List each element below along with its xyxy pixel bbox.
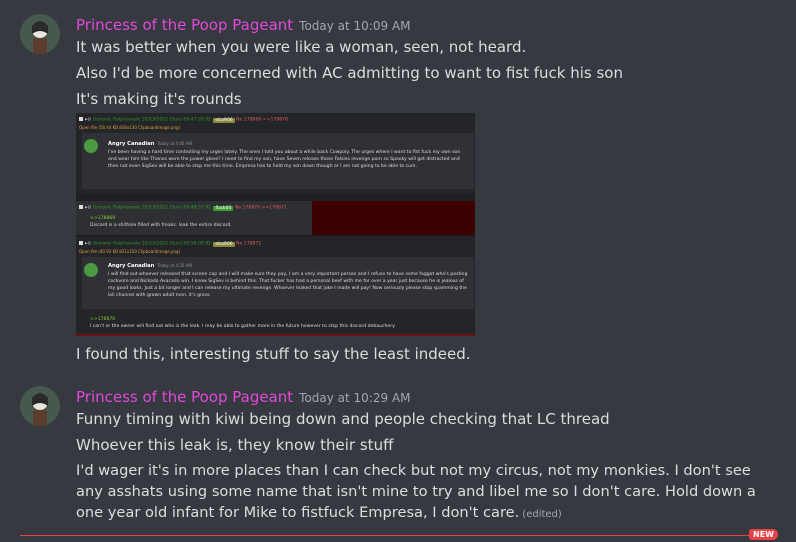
- post-number: No.178870: [234, 205, 261, 211]
- post-replies: >>178871: [261, 205, 287, 211]
- checkbox-icon: [79, 241, 83, 245]
- message-header: Princess of the Poop Pageant Today at 10:…: [76, 15, 411, 34]
- quoted-username: Angry Canadian Today at 4:46 AM: [108, 141, 192, 147]
- file-link: Open file (40.93 KB 831x150 Clipboardima…: [79, 249, 181, 254]
- quoted-message-card: Angry Canadian Today at 4:46 AM I've been…: [82, 133, 474, 189]
- post-id-badge: fbab00: [213, 205, 234, 211]
- frog-avatar-icon: [84, 139, 98, 153]
- username[interactable]: Princess of the Poop Pageant: [76, 16, 293, 34]
- post-replies: >>178876: [262, 117, 289, 123]
- message-line: I'd wager it's in more places than I can…: [76, 462, 756, 521]
- message-line: Whoever this leak is, they know their st…: [76, 436, 394, 454]
- quoted-message-card: Angry Canadian Today at 4:35 AM I will fi…: [82, 257, 474, 309]
- reply-link: >>178870: [90, 317, 116, 322]
- message-line: It's making it's rounds: [76, 90, 242, 108]
- post-text: Discord is a shithole filled with freaks…: [90, 223, 232, 228]
- user-avatar[interactable]: [20, 14, 60, 54]
- embedded-image[interactable]: ▸⊘ Unironic Ralphamale 10/23/2022 (Sun) …: [76, 113, 475, 336]
- message-line: It was better when you were like a woman…: [76, 38, 527, 56]
- timestamp: Today at 10:29 AM: [299, 391, 411, 405]
- message-header: Princess of the Poop Pageant Today at 10:…: [76, 387, 411, 406]
- file-link: Open file (58.44 KB 836x130 Clipboardima…: [79, 125, 181, 130]
- post-id-badge: eba906: [213, 241, 235, 247]
- checkbox-icon: [79, 117, 83, 121]
- new-messages-badge: NEW: [749, 529, 778, 540]
- timestamp: Today at 10:09 AM: [299, 19, 411, 33]
- board-post-3: ▸⊘ Unironic Ralphamale 10/23/2022 (Sun) …: [76, 237, 475, 336]
- frog-avatar-icon: [84, 263, 98, 277]
- board-post-1: ▸⊘ Unironic Ralphamale 10/23/2022 (Sun) …: [76, 113, 475, 193]
- board-post-2: ▸⊘ Unironic Ralphamale 10/23/2022 (Sun) …: [76, 201, 475, 235]
- message-line: I found this, interesting stuff to say t…: [76, 345, 471, 363]
- post-number: No.178869: [236, 117, 262, 123]
- quoted-text: I will find out whoever released that sc…: [108, 272, 468, 298]
- post-header: ▸⊘ Unironic Ralphamale 10/23/2022 (Sun) …: [79, 117, 288, 123]
- quoted-text: I've been having a hard time controlling…: [108, 150, 461, 169]
- post-id-badge: eba906: [213, 117, 235, 123]
- quoted-username: Angry Canadian Today at 4:35 AM: [108, 263, 192, 269]
- edited-label: (edited): [522, 509, 562, 520]
- post-header: ▸⊘ Unironic Ralphamale 10/23/2022 (Sun) …: [79, 205, 287, 211]
- username[interactable]: Princess of the Poop Pageant: [76, 388, 293, 406]
- message-line: Funny timing with kiwi being down and pe…: [76, 410, 610, 428]
- new-messages-divider: [20, 535, 760, 536]
- reply-link: >>178869: [90, 216, 116, 221]
- checkbox-icon: [79, 205, 83, 209]
- post-number: No.178871: [236, 241, 262, 247]
- message-line: Also I'd be more concerned with AC admit…: [76, 64, 623, 82]
- post-text: I can't or the owner will find out who i…: [90, 324, 396, 329]
- post-header: ▸⊘ Unironic Ralphamale 10/23/2022 (Sun) …: [79, 241, 261, 247]
- user-avatar[interactable]: [20, 386, 60, 426]
